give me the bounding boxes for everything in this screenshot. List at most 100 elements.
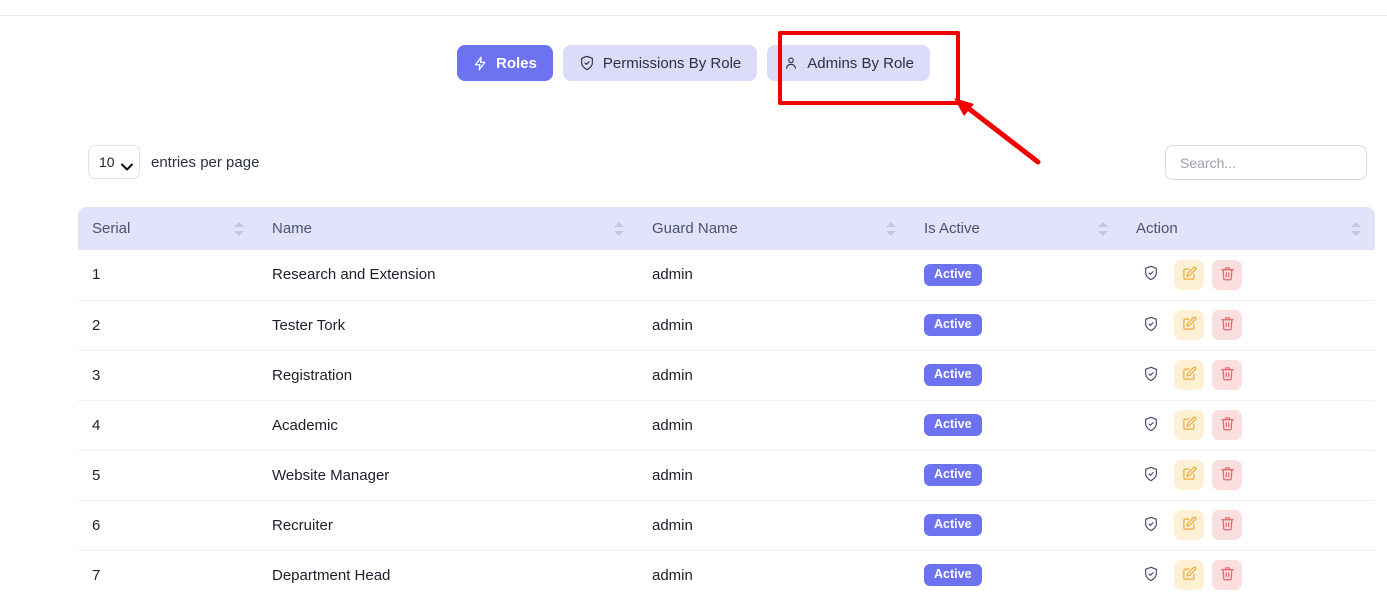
cell-is-active: Active <box>910 250 1122 300</box>
trash-icon <box>1220 366 1235 384</box>
cell-action <box>1122 450 1375 500</box>
permission-shield-button[interactable] <box>1136 510 1166 540</box>
column-header-name-label: Name <box>272 220 312 237</box>
edit-button[interactable] <box>1174 460 1204 490</box>
table-row: 7Department HeadadminActive <box>78 550 1375 599</box>
cell-serial: 6 <box>78 500 258 550</box>
status-badge: Active <box>924 514 982 536</box>
delete-button[interactable] <box>1212 510 1242 540</box>
column-header-serial[interactable]: Serial <box>78 207 258 250</box>
cell-action <box>1122 350 1375 400</box>
cell-action <box>1122 300 1375 350</box>
tab-admins-by-role[interactable]: Admins By Role <box>767 45 930 81</box>
sort-toggle-icon[interactable] <box>1098 222 1108 236</box>
cell-name: Recruiter <box>258 500 638 550</box>
delete-button[interactable] <box>1212 260 1242 290</box>
edit-button[interactable] <box>1174 560 1204 590</box>
column-header-action-label: Action <box>1136 220 1178 237</box>
delete-button[interactable] <box>1212 310 1242 340</box>
cell-serial: 5 <box>78 450 258 500</box>
table-row: 5Website ManageradminActive <box>78 450 1375 500</box>
table-header-row: Serial Name Guard Name Is Active <box>78 207 1375 250</box>
trash-icon <box>1220 466 1235 484</box>
edit-button[interactable] <box>1174 410 1204 440</box>
cell-guard-name: admin <box>638 500 910 550</box>
trash-icon <box>1220 416 1235 434</box>
cell-guard-name: admin <box>638 350 910 400</box>
cell-guard-name: admin <box>638 550 910 599</box>
table-row: 2Tester TorkadminActive <box>78 300 1375 350</box>
cell-name: Website Manager <box>258 450 638 500</box>
trash-icon <box>1220 316 1235 334</box>
pencil-square-icon <box>1182 466 1197 484</box>
edit-button[interactable] <box>1174 310 1204 340</box>
column-header-is-active[interactable]: Is Active <box>910 207 1122 250</box>
tab-roles[interactable]: Roles <box>457 45 553 81</box>
cell-guard-name: admin <box>638 300 910 350</box>
column-header-name[interactable]: Name <box>258 207 638 250</box>
entries-per-page-select[interactable]: 10 <box>88 145 140 179</box>
shield-check-icon <box>1143 416 1159 435</box>
row-action-group <box>1136 360 1375 390</box>
cell-action <box>1122 550 1375 599</box>
permission-shield-button[interactable] <box>1136 260 1166 290</box>
roles-table-container: Serial Name Guard Name Is Active <box>78 207 1375 599</box>
edit-button[interactable] <box>1174 510 1204 540</box>
pencil-square-icon <box>1182 416 1197 434</box>
delete-button[interactable] <box>1212 410 1242 440</box>
tab-roles-label: Roles <box>496 56 537 71</box>
column-header-guard-name[interactable]: Guard Name <box>638 207 910 250</box>
search-input[interactable] <box>1165 145 1367 180</box>
row-action-group <box>1136 460 1375 490</box>
top-divider <box>0 15 1387 16</box>
permission-shield-button[interactable] <box>1136 560 1166 590</box>
row-action-group <box>1136 310 1375 340</box>
cell-name: Research and Extension <box>258 250 638 300</box>
permission-shield-button[interactable] <box>1136 410 1166 440</box>
pencil-square-icon <box>1182 366 1197 384</box>
bolt-icon <box>473 56 488 71</box>
edit-button[interactable] <box>1174 360 1204 390</box>
status-badge: Active <box>924 314 982 336</box>
shield-check-icon <box>1143 516 1159 535</box>
sort-toggle-icon[interactable] <box>234 222 244 236</box>
tab-permissions-by-role-label: Permissions By Role <box>603 56 741 71</box>
user-icon <box>783 55 799 71</box>
cell-action <box>1122 400 1375 450</box>
sort-toggle-icon[interactable] <box>1351 222 1361 236</box>
pencil-square-icon <box>1182 516 1197 534</box>
cell-name: Tester Tork <box>258 300 638 350</box>
delete-button[interactable] <box>1212 360 1242 390</box>
pencil-square-icon <box>1182 316 1197 334</box>
edit-button[interactable] <box>1174 260 1204 290</box>
trash-icon <box>1220 566 1235 584</box>
permission-shield-button[interactable] <box>1136 460 1166 490</box>
row-action-group <box>1136 410 1375 440</box>
permission-shield-button[interactable] <box>1136 310 1166 340</box>
shield-check-icon <box>1143 366 1159 385</box>
status-badge: Active <box>924 364 982 386</box>
permission-shield-button[interactable] <box>1136 360 1166 390</box>
cell-guard-name: admin <box>638 250 910 300</box>
cell-is-active: Active <box>910 500 1122 550</box>
column-header-serial-label: Serial <box>92 220 130 237</box>
cell-serial: 4 <box>78 400 258 450</box>
sort-toggle-icon[interactable] <box>886 222 896 236</box>
cell-name: Registration <box>258 350 638 400</box>
page-root: Roles Permissions By Role Admins By Role <box>0 0 1387 599</box>
table-row: 6Recruiteradmin Active <box>78 500 1375 550</box>
delete-button[interactable] <box>1212 460 1242 490</box>
tab-permissions-by-role[interactable]: Permissions By Role <box>563 45 757 81</box>
row-action-group <box>1136 510 1375 540</box>
delete-button[interactable] <box>1212 560 1242 590</box>
cell-is-active: Active <box>910 550 1122 599</box>
column-header-is-active-label: Is Active <box>924 220 980 237</box>
entries-select-wrap: 10 <box>88 145 140 179</box>
sort-toggle-icon[interactable] <box>614 222 624 236</box>
cell-serial: 3 <box>78 350 258 400</box>
status-badge: Active <box>924 264 982 286</box>
column-header-action[interactable]: Action <box>1122 207 1375 250</box>
row-action-group <box>1136 260 1375 290</box>
table-body: 1Research and ExtensionadminActive2Teste… <box>78 250 1375 599</box>
row-action-group <box>1136 560 1375 590</box>
